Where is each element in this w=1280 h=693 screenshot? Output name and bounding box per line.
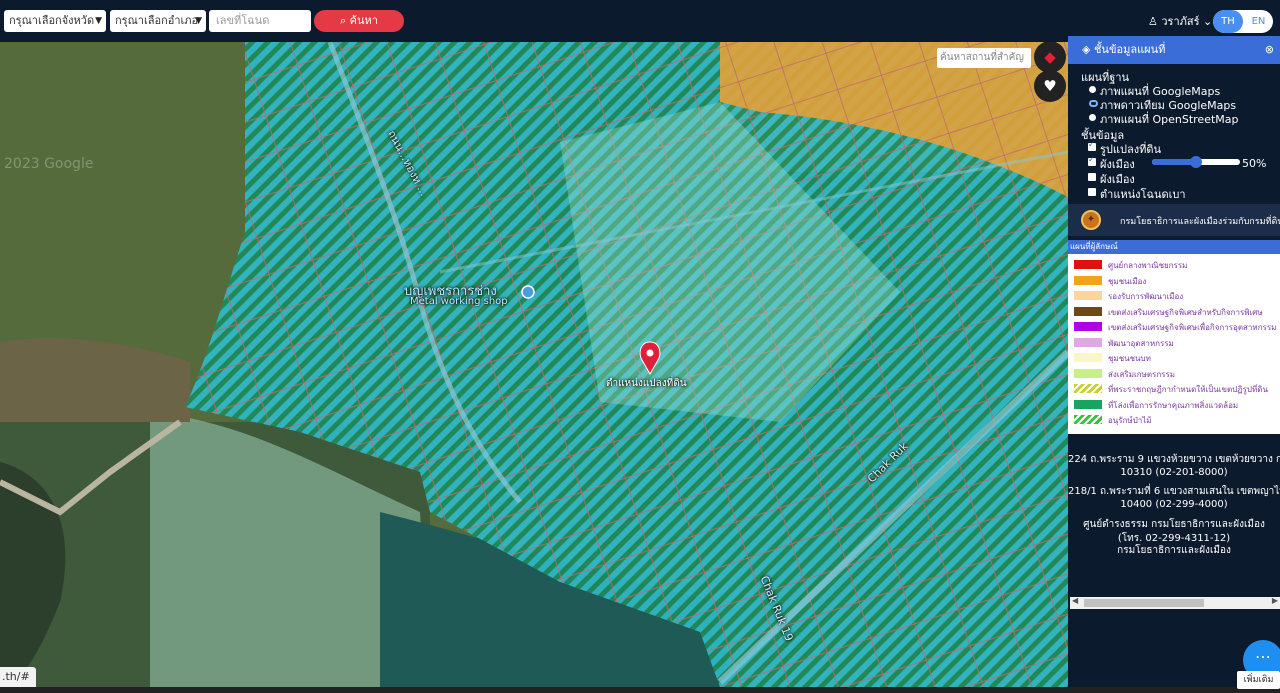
legend-swatch: [1074, 415, 1102, 424]
chevron-down-icon: ▼: [195, 16, 202, 26]
search-button-label: ค้นหา: [349, 14, 378, 27]
legend-item: รองรับการพัฒนาเมือง: [1074, 289, 1280, 303]
search-icon: ⌕: [340, 14, 347, 27]
map-imagery: [0, 42, 1068, 687]
legend-label: พัฒนาอุตสาหกรรม: [1108, 338, 1174, 348]
legend-list: ศูนย์กลางพาณิชยกรรมชุมชนเมืองรองรับการพั…: [1068, 254, 1280, 434]
address-line: 10310 (02-201-8000): [1120, 467, 1228, 478]
scrollbar-thumb[interactable]: [1084, 599, 1204, 607]
address-line: 218/1 ถ.พระรามที่ 6 แขวงสามเสนใน เขตพญาไ…: [1068, 486, 1280, 497]
deed-number-placeholder: เลขที่โฉนด: [216, 14, 270, 27]
address-line: 224 ถ.พระราม 9 แขวงห้วยขวาง เขตห้วยขวาง …: [1068, 454, 1280, 465]
legend-label: เขตส่งเสริมเศรษฐกิจพิเศษเพื่อกิจการอุตสา…: [1108, 323, 1277, 332]
department-name: กรมโยธาธิการและผังเมืองร่วมกับกรมที่ดิน: [1120, 217, 1280, 227]
favorite-button[interactable]: ♥: [1034, 70, 1066, 102]
lang-th-button[interactable]: TH: [1213, 10, 1243, 33]
opacity-slider-knob[interactable]: [1190, 156, 1202, 168]
map-layer-panel: ◈ ชั้นข้อมูลแผนที่ ⊗ แผนที่ฐาน ภาพแผนที่…: [1068, 34, 1280, 687]
parcel-marker-label: ตำแหน่งแปลงที่ดิน: [606, 378, 687, 389]
legend-label: รองรับการพัฒนาเมือง: [1108, 292, 1184, 301]
legend-label: ที่โล่งเพื่อการรักษาคุณภาพสิ่งแวดล้อม: [1108, 400, 1239, 410]
checkbox-icon: [1088, 173, 1096, 181]
legend-item: ชุมชนเมือง: [1074, 274, 1280, 288]
checkbox-icon: [1088, 188, 1096, 196]
search-button[interactable]: ⌕ ค้นหา: [314, 10, 404, 32]
panel-header: ◈ ชั้นข้อมูลแผนที่ ⊗: [1068, 36, 1280, 64]
province-select-value: กรุณาเลือกจังหวัด: [9, 14, 95, 27]
legend-swatch: [1074, 291, 1102, 300]
department-banner: ✦ กรมโยธาธิการและผังเมืองร่วมกับกรมที่ดิ…: [1068, 204, 1280, 236]
layer-toggle-button[interactable]: ◆: [1034, 42, 1066, 73]
legend-heading: แผนที่ผู้ลักษณ์: [1068, 240, 1280, 254]
legend-item: เขตส่งเสริมเศรษฐกิจพิเศษสำหรับกิจการพิเศ…: [1074, 305, 1280, 319]
radio-selected-icon: [1089, 100, 1098, 107]
province-select[interactable]: กรุณาเลือกจังหวัด ▼: [4, 10, 106, 32]
legend-swatch: [1074, 368, 1102, 378]
scroll-right-icon[interactable]: ▶: [1272, 596, 1278, 605]
deed-number-input[interactable]: เลขที่โฉนด: [209, 10, 311, 32]
status-url: .th/#: [0, 667, 36, 687]
more-button[interactable]: เพิ่มเติม: [1237, 671, 1280, 689]
legend-label: ศูนย์กลางพาณิชยกรรม: [1108, 261, 1188, 270]
opacity-slider[interactable]: [1152, 156, 1240, 168]
chevron-down-icon: ⌄: [1203, 15, 1213, 28]
horizontal-scrollbar[interactable]: ◀ ▶: [1070, 596, 1280, 609]
heart-icon: ♥: [1043, 77, 1057, 95]
bottom-strip: [0, 687, 1280, 693]
poi-label-en[interactable]: Metal working shop: [410, 296, 508, 307]
close-icon[interactable]: ⊗: [1265, 36, 1274, 64]
scroll-left-icon[interactable]: ◀: [1072, 596, 1078, 605]
address-line: กรมโยธาธิการและผังเมือง: [1117, 545, 1231, 556]
panel-title: ชั้นข้อมูลแผนที่: [1093, 43, 1166, 56]
address-line: ศูนย์ดำรงธรรม กรมโยธาธิการและผังเมือง: [1083, 519, 1265, 530]
layer-checkbox[interactable]: ตำแหน่งโฉนดเบา: [1088, 185, 1186, 203]
legend-swatch: [1074, 353, 1102, 362]
user-icon: ♙: [1148, 15, 1158, 28]
layer-label: ตำแหน่งโฉนดเบา: [1100, 188, 1186, 201]
user-menu[interactable]: ♙ วราภัสร์ ⌄: [1148, 12, 1212, 30]
amphoe-select[interactable]: กรุณาเลือกอำเภอ ▼: [110, 10, 206, 32]
legend-swatch: [1074, 260, 1102, 269]
legend-label: อนุรักษ์ป่าไม้: [1108, 416, 1152, 425]
amphoe-select-value: กรุณาเลือกอำเภอ: [115, 14, 199, 27]
more-dots-icon: ⋯: [1255, 647, 1271, 666]
place-search-input[interactable]: ค้นหาสถานที่สำคัญ: [937, 48, 1031, 68]
legend-swatch: [1074, 399, 1102, 409]
legend-label: ที่พระราชกฤษฎีกากำหนดให้เป็นเขตปฏิรูปที่…: [1108, 385, 1268, 394]
legend-swatch: [1074, 275, 1102, 285]
user-name: วราภัสร์: [1161, 15, 1200, 28]
lang-en-button[interactable]: EN: [1244, 10, 1273, 33]
legend-swatch: [1074, 337, 1102, 347]
place-search-placeholder: ค้นหาสถานที่สำคัญ: [940, 52, 1024, 63]
department-seal-icon: ✦: [1081, 210, 1101, 230]
chevron-down-icon: ▼: [95, 16, 102, 26]
map-watermark: 2023 Google: [4, 156, 94, 172]
legend-label: ชุมชนชนบท: [1108, 354, 1151, 363]
language-toggle: TH EN: [1213, 10, 1273, 33]
opacity-value: 50%: [1242, 157, 1267, 170]
legend-swatch: [1074, 384, 1102, 393]
checkbox-checked-icon: [1088, 140, 1096, 151]
legend-item: พัฒนาอุตสาหกรรม: [1074, 336, 1280, 350]
radio-icon: [1089, 86, 1096, 93]
legend-swatch: [1074, 322, 1102, 331]
legend-item: ศูนย์กลางพาณิชยกรรม: [1074, 258, 1280, 272]
legend-swatch: [1074, 306, 1102, 316]
radio-icon: [1089, 114, 1096, 121]
legend-item: ที่พระราชกฤษฎีกากำหนดให้เป็นเขตปฏิรูปที่…: [1074, 382, 1280, 396]
legend-item: ส่งเสริมเกษตรกรรม: [1074, 367, 1280, 381]
address-line: 10400 (02-299-4000): [1120, 499, 1228, 510]
basemap-option-label: ภาพแผนที่ OpenStreetMap: [1100, 113, 1239, 126]
legend-item: ชุมชนชนบท: [1074, 351, 1280, 365]
legend-label: ส่งเสริมเกษตรกรรม: [1108, 369, 1176, 379]
legend-item: เขตส่งเสริมเศรษฐกิจพิเศษเพื่อกิจการอุตสา…: [1074, 320, 1280, 334]
checkbox-checked-icon: [1088, 155, 1096, 166]
legend-label: เขตส่งเสริมเศรษฐกิจพิเศษสำหรับกิจการพิเศ…: [1108, 307, 1263, 317]
legend-item: ที่โล่งเพื่อการรักษาคุณภาพสิ่งแวดล้อม: [1074, 398, 1280, 412]
map-canvas[interactable]: 2023 Google บญเพชรการช่าง Metal working …: [0, 42, 1068, 687]
layers-icon: ◆: [1044, 48, 1056, 66]
layers-icon: ◈: [1082, 43, 1091, 56]
legend-item: อนุรักษ์ป่าไม้: [1074, 413, 1280, 427]
legend-label: ชุมชนเมือง: [1108, 276, 1147, 286]
